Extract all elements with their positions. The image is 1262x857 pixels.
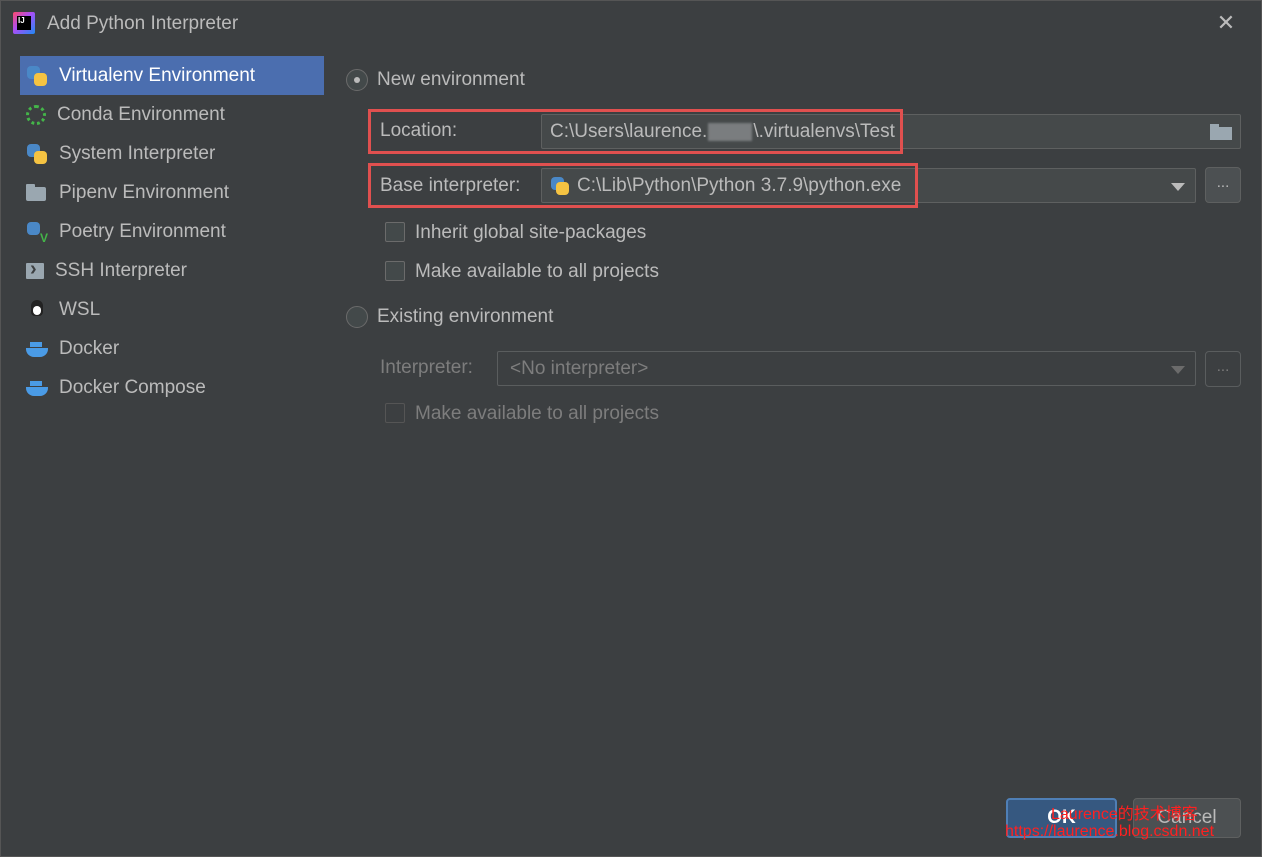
docker-icon xyxy=(26,377,48,399)
existing-environment-radio[interactable] xyxy=(346,306,368,328)
sidebar-item-ssh[interactable]: SSH Interpreter xyxy=(20,251,324,290)
interpreter-browse-button[interactable]: ... xyxy=(1205,351,1241,387)
dialog-title: Add Python Interpreter xyxy=(47,13,239,34)
interpreter-label: Interpreter: xyxy=(380,357,473,378)
pipenv-icon xyxy=(26,182,48,204)
chevron-down-icon xyxy=(1171,366,1185,374)
sidebar-item-label: Docker Compose xyxy=(59,376,206,398)
base-interpreter-browse-button[interactable]: ... xyxy=(1205,167,1241,203)
sidebar-item-label: SSH Interpreter xyxy=(55,259,187,281)
existing-make-available-label: Make available to all projects xyxy=(415,403,659,424)
sidebar-item-label: Pipenv Environment xyxy=(59,181,230,203)
new-environment-radio[interactable] xyxy=(346,69,368,91)
inherit-site-packages-checkbox[interactable] xyxy=(385,222,405,242)
watermark-url: https://laurence.blog.csdn.net xyxy=(1005,823,1215,840)
title-bar: IJ Add Python Interpreter ✕ xyxy=(1,1,1261,47)
interpreter-dropdown[interactable]: <No interpreter> xyxy=(497,351,1196,386)
make-available-label: Make available to all projects xyxy=(415,261,659,282)
docker-icon xyxy=(26,338,48,360)
tux-icon xyxy=(26,299,48,321)
interpreter-type-list: Virtualenv Environment Conda Environment… xyxy=(20,56,324,407)
sidebar-item-pipenv[interactable]: Pipenv Environment xyxy=(20,173,324,212)
sidebar-item-conda[interactable]: Conda Environment xyxy=(20,95,324,134)
sidebar-item-wsl[interactable]: WSL xyxy=(20,290,324,329)
sidebar-item-label: Virtualenv Environment xyxy=(59,64,256,86)
conda-icon xyxy=(26,104,46,125)
sidebar-item-label: Poetry Environment xyxy=(59,220,226,242)
sidebar-item-label: System Interpreter xyxy=(59,142,216,164)
watermark-title: Laurence的技术博客 xyxy=(1051,806,1198,823)
redacted-username xyxy=(708,122,753,141)
sidebar-item-docker-compose[interactable]: Docker Compose xyxy=(20,368,324,407)
close-icon[interactable]: ✕ xyxy=(1215,12,1237,34)
base-interpreter-label: Base interpreter: xyxy=(380,175,521,196)
base-interpreter-dropdown[interactable]: C:\Lib\Python\Python 3.7.9\python.exe xyxy=(541,168,1196,203)
sidebar-item-poetry[interactable]: Poetry Environment xyxy=(20,212,324,251)
sidebar-item-label: Conda Environment xyxy=(57,103,225,125)
intellij-app-icon: IJ xyxy=(13,12,35,34)
inherit-site-packages-label: Inherit global site-packages xyxy=(415,222,647,243)
sidebar-item-label: WSL xyxy=(59,298,101,320)
app-icon-text: IJ xyxy=(18,16,25,25)
make-available-checkbox[interactable] xyxy=(385,261,405,281)
sidebar-item-label: Docker xyxy=(59,337,120,359)
location-field[interactable]: C:\Users\laurence. \.virtualenvs\Test xyxy=(541,114,1241,149)
location-prefix: C:\Users\laurence. xyxy=(550,120,708,142)
ssh-icon xyxy=(26,258,44,281)
existing-environment-label: Existing environment xyxy=(377,306,554,327)
add-python-interpreter-dialog: IJ Add Python Interpreter ✕ Virtualenv E… xyxy=(0,0,1262,857)
chevron-down-icon xyxy=(1171,183,1185,191)
base-interpreter-value: C:\Lib\Python\Python 3.7.9\python.exe xyxy=(577,174,902,196)
python-icon xyxy=(26,143,48,165)
location-suffix: \.virtualenvs\Test xyxy=(753,120,895,142)
folder-icon[interactable] xyxy=(1210,124,1232,140)
python-icon xyxy=(26,65,48,87)
sidebar-item-docker[interactable]: Docker xyxy=(20,329,324,368)
interpreter-value: <No interpreter> xyxy=(510,357,649,379)
poetry-icon xyxy=(26,221,48,245)
new-environment-label: New environment xyxy=(377,69,525,90)
sidebar-item-virtualenv[interactable]: Virtualenv Environment xyxy=(20,56,324,95)
python-icon xyxy=(550,176,570,196)
existing-make-available-checkbox[interactable] xyxy=(385,403,405,423)
location-label: Location: xyxy=(380,120,458,141)
sidebar-item-system[interactable]: System Interpreter xyxy=(20,134,324,173)
